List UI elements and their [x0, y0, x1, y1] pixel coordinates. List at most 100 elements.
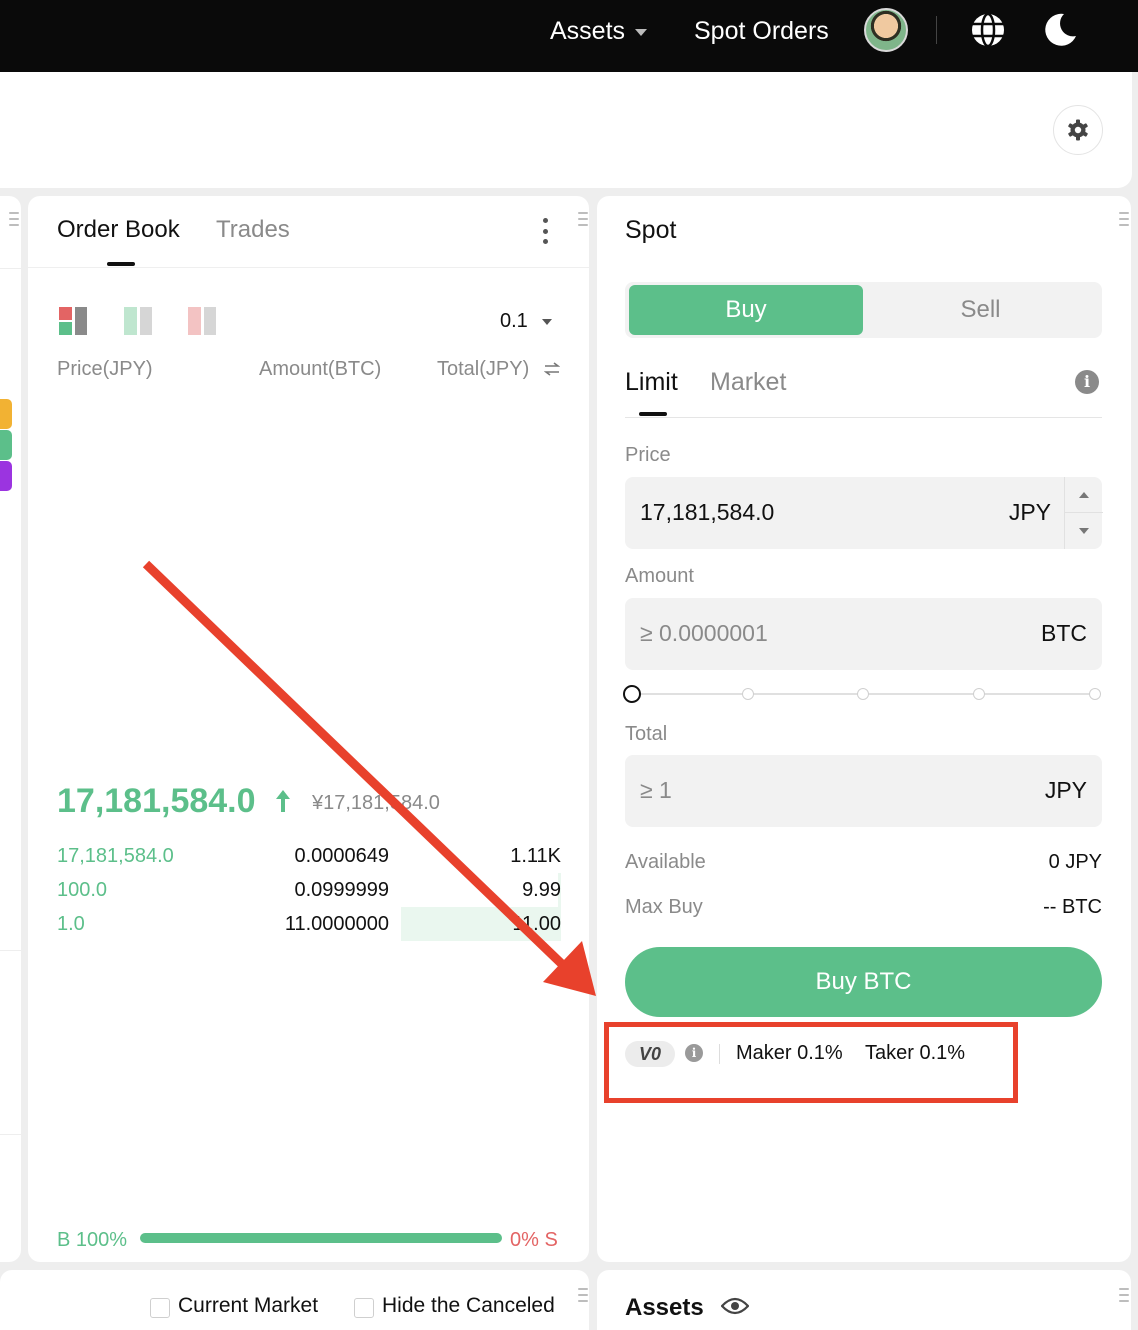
- column-header-total: Total(JPY): [437, 358, 530, 380]
- slider-step-100[interactable]: [1089, 688, 1101, 700]
- nav-spot-orders[interactable]: Spot Orders: [694, 14, 829, 48]
- settings-button[interactable]: [1053, 105, 1103, 155]
- nav-divider: [936, 16, 937, 44]
- bid-row[interactable]: 100.0 0.0999999 9.99: [28, 873, 589, 907]
- view-both-sides-icon[interactable]: [59, 307, 89, 337]
- moon-icon[interactable]: [1040, 10, 1080, 50]
- bid-row[interactable]: 1.0 11.0000000 11.00: [28, 907, 589, 941]
- max-buy-value: -- BTC: [1043, 896, 1102, 918]
- assets-title: Assets: [625, 1294, 704, 1321]
- bid-total: 9.99: [522, 879, 561, 901]
- price-input[interactable]: 17,181,584.0 JPY: [625, 477, 1103, 549]
- available-label: Available: [625, 851, 706, 873]
- bid-price: 100.0: [57, 879, 108, 901]
- market-header-panel: [0, 72, 1132, 188]
- current-market-checkbox[interactable]: [150, 1298, 170, 1318]
- hide-canceled-checkbox[interactable]: [354, 1298, 374, 1318]
- bid-total: 1.11K: [510, 845, 561, 867]
- buy-btc-button[interactable]: Buy BTC: [625, 947, 1102, 1017]
- tab-buy[interactable]: Buy: [629, 285, 863, 335]
- arrow-up-icon: [276, 790, 290, 812]
- price-value: 17,181,584.0: [640, 499, 775, 525]
- total-placeholder: ≥ 1: [640, 777, 672, 803]
- price-stepper: [1064, 477, 1103, 549]
- bid-price: 17,181,584.0: [57, 845, 174, 867]
- drag-handle-icon[interactable]: [9, 212, 19, 226]
- bid-price: 1.0: [57, 913, 85, 935]
- nav-assets-menu[interactable]: Assets: [550, 14, 648, 48]
- total-unit: JPY: [1044, 777, 1087, 803]
- active-tab-indicator: [639, 412, 667, 416]
- bid-amount: 0.0000649: [294, 845, 389, 867]
- info-icon[interactable]: i: [1075, 370, 1099, 394]
- sell-ratio-label: 0% S: [510, 1229, 558, 1251]
- drag-handle-icon[interactable]: [1119, 212, 1129, 226]
- amount-placeholder: ≥ 0.0000001: [640, 620, 768, 646]
- order-book-panel: Order Book Trades 0.1 Price(JPY) Amount(…: [28, 196, 589, 1262]
- drag-handle-icon[interactable]: [578, 212, 588, 226]
- tab-market[interactable]: Market: [710, 368, 786, 397]
- total-input[interactable]: ≥ 1 JPY: [625, 755, 1102, 827]
- current-market-label[interactable]: Current Market: [178, 1294, 318, 1318]
- market-tag: [0, 430, 12, 460]
- divider: [0, 268, 21, 269]
- tab-trades[interactable]: Trades: [216, 216, 290, 244]
- tab-sell[interactable]: Sell: [863, 285, 1098, 335]
- amount-slider-handle[interactable]: [623, 685, 641, 703]
- tab-limit[interactable]: Limit: [625, 368, 678, 397]
- panel-title: Spot: [625, 216, 677, 244]
- hide-canceled-label[interactable]: Hide the Canceled: [382, 1294, 555, 1318]
- chevron-down-icon: [541, 318, 552, 325]
- bid-total: 11.00: [512, 913, 561, 935]
- amount-label: Amount: [625, 565, 694, 587]
- divider: [625, 417, 1102, 418]
- drag-handle-icon[interactable]: [578, 1288, 588, 1302]
- price-label: Price: [625, 444, 671, 466]
- precision-select[interactable]: 0.1: [500, 310, 552, 333]
- buy-ratio-label: B 100%: [57, 1229, 128, 1251]
- bid-row[interactable]: 17,181,584.0 0.0000649 1.11K: [28, 839, 589, 873]
- view-asks-only-icon[interactable]: [188, 307, 218, 337]
- last-price-fiat: ¥17,181,584.0: [312, 792, 440, 814]
- slider-step-50[interactable]: [857, 688, 869, 700]
- tab-order-book[interactable]: Order Book: [57, 216, 180, 244]
- nav-assets-label: Assets: [550, 17, 626, 45]
- active-tab-indicator: [107, 262, 135, 266]
- column-header-price: Price(JPY): [57, 358, 153, 380]
- divider: [28, 267, 589, 268]
- bid-amount: 11.0000000: [284, 913, 389, 935]
- precision-value: 0.1: [500, 310, 528, 332]
- divider: [0, 1134, 21, 1135]
- buy-sell-ratio-bar: [140, 1233, 502, 1243]
- gear-icon: [1068, 119, 1088, 141]
- max-buy-label: Max Buy: [625, 896, 703, 918]
- market-tag: [0, 399, 12, 429]
- increment-button[interactable]: [1065, 477, 1103, 513]
- last-price: 17,181,584.0: [57, 782, 256, 820]
- avatar[interactable]: [864, 8, 908, 52]
- swap-icon[interactable]: [544, 362, 560, 376]
- slider-step-75[interactable]: [973, 688, 985, 700]
- slider-step-25[interactable]: [742, 688, 754, 700]
- market-tag: [0, 461, 12, 491]
- column-header-amount: Amount(BTC): [259, 358, 382, 380]
- total-label: Total: [625, 723, 668, 745]
- chevron-up-icon: [1079, 491, 1089, 498]
- price-unit: JPY: [1008, 499, 1051, 525]
- eye-icon[interactable]: [721, 1296, 749, 1316]
- more-options-icon[interactable]: [542, 218, 548, 244]
- chevron-down-icon: [635, 28, 648, 36]
- top-nav: Assets Spot Orders: [0, 0, 1138, 72]
- assets-panel: Assets: [597, 1270, 1131, 1330]
- bid-amount: 0.0999999: [294, 879, 389, 901]
- decrement-button[interactable]: [1065, 513, 1103, 549]
- drag-handle-icon[interactable]: [1119, 1288, 1129, 1302]
- globe-icon[interactable]: [968, 10, 1008, 50]
- available-value: 0 JPY: [1048, 851, 1102, 873]
- left-edge-panel: [0, 196, 21, 1262]
- divider: [0, 950, 21, 951]
- amount-input[interactable]: ≥ 0.0000001 BTC: [625, 598, 1102, 670]
- amount-unit: BTC: [1041, 620, 1087, 646]
- view-bids-only-icon[interactable]: [124, 307, 154, 337]
- chevron-down-icon: [1079, 528, 1089, 534]
